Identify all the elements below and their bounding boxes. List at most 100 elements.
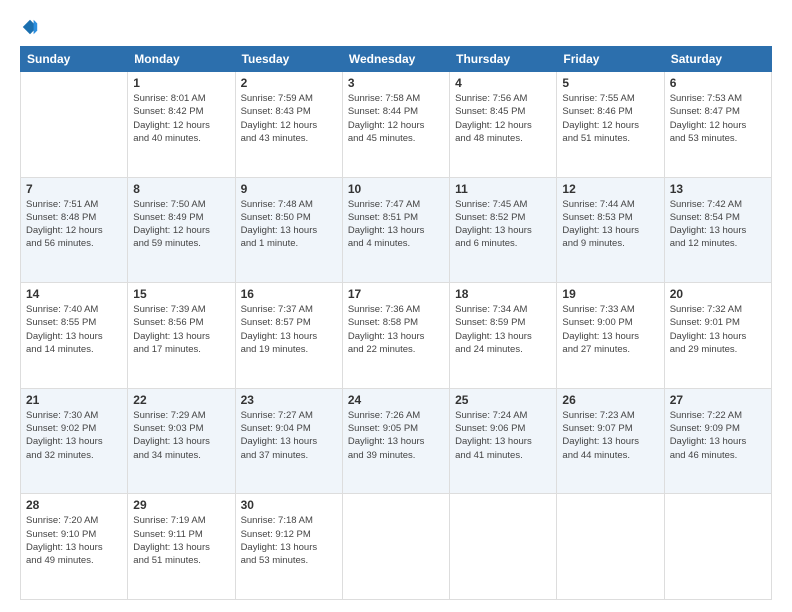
calendar-cell bbox=[557, 494, 664, 600]
calendar-cell: 21 Sunrise: 7:30 AM Sunset: 9:02 PM Dayli… bbox=[21, 388, 128, 494]
day-number: 15 bbox=[133, 287, 229, 301]
calendar-cell: 4 Sunrise: 7:56 AM Sunset: 8:45 PM Daylig… bbox=[450, 72, 557, 178]
calendar-header-day: Saturday bbox=[664, 47, 771, 72]
day-info: Sunrise: 7:20 AM Sunset: 9:10 PM Dayligh… bbox=[26, 514, 122, 567]
day-number: 30 bbox=[241, 498, 337, 512]
day-info: Sunrise: 7:23 AM Sunset: 9:07 PM Dayligh… bbox=[562, 409, 658, 462]
day-number: 25 bbox=[455, 393, 551, 407]
logo bbox=[20, 18, 39, 36]
day-number: 28 bbox=[26, 498, 122, 512]
logo-icon bbox=[21, 18, 39, 36]
day-info: Sunrise: 7:27 AM Sunset: 9:04 PM Dayligh… bbox=[241, 409, 337, 462]
calendar-header-day: Thursday bbox=[450, 47, 557, 72]
day-info: Sunrise: 7:37 AM Sunset: 8:57 PM Dayligh… bbox=[241, 303, 337, 356]
day-number: 7 bbox=[26, 182, 122, 196]
day-number: 3 bbox=[348, 76, 444, 90]
day-number: 5 bbox=[562, 76, 658, 90]
day-number: 29 bbox=[133, 498, 229, 512]
calendar-cell: 26 Sunrise: 7:23 AM Sunset: 9:07 PM Dayli… bbox=[557, 388, 664, 494]
day-number: 4 bbox=[455, 76, 551, 90]
day-number: 11 bbox=[455, 182, 551, 196]
day-info: Sunrise: 7:51 AM Sunset: 8:48 PM Dayligh… bbox=[26, 198, 122, 251]
calendar-cell: 15 Sunrise: 7:39 AM Sunset: 8:56 PM Dayli… bbox=[128, 283, 235, 389]
calendar-cell: 1 Sunrise: 8:01 AM Sunset: 8:42 PM Daylig… bbox=[128, 72, 235, 178]
day-info: Sunrise: 7:39 AM Sunset: 8:56 PM Dayligh… bbox=[133, 303, 229, 356]
day-info: Sunrise: 7:58 AM Sunset: 8:44 PM Dayligh… bbox=[348, 92, 444, 145]
day-number: 23 bbox=[241, 393, 337, 407]
day-number: 22 bbox=[133, 393, 229, 407]
day-number: 21 bbox=[26, 393, 122, 407]
calendar-cell: 9 Sunrise: 7:48 AM Sunset: 8:50 PM Daylig… bbox=[235, 177, 342, 283]
day-number: 8 bbox=[133, 182, 229, 196]
day-info: Sunrise: 7:26 AM Sunset: 9:05 PM Dayligh… bbox=[348, 409, 444, 462]
calendar-header-day: Wednesday bbox=[342, 47, 449, 72]
calendar-cell: 23 Sunrise: 7:27 AM Sunset: 9:04 PM Dayli… bbox=[235, 388, 342, 494]
day-number: 1 bbox=[133, 76, 229, 90]
calendar-cell bbox=[21, 72, 128, 178]
day-info: Sunrise: 7:45 AM Sunset: 8:52 PM Dayligh… bbox=[455, 198, 551, 251]
day-number: 16 bbox=[241, 287, 337, 301]
calendar-cell: 17 Sunrise: 7:36 AM Sunset: 8:58 PM Dayli… bbox=[342, 283, 449, 389]
day-info: Sunrise: 7:55 AM Sunset: 8:46 PM Dayligh… bbox=[562, 92, 658, 145]
day-info: Sunrise: 7:32 AM Sunset: 9:01 PM Dayligh… bbox=[670, 303, 766, 356]
day-info: Sunrise: 7:24 AM Sunset: 9:06 PM Dayligh… bbox=[455, 409, 551, 462]
day-number: 9 bbox=[241, 182, 337, 196]
calendar-header-row: SundayMondayTuesdayWednesdayThursdayFrid… bbox=[21, 47, 772, 72]
day-info: Sunrise: 7:44 AM Sunset: 8:53 PM Dayligh… bbox=[562, 198, 658, 251]
calendar-cell: 22 Sunrise: 7:29 AM Sunset: 9:03 PM Dayli… bbox=[128, 388, 235, 494]
calendar-cell: 30 Sunrise: 7:18 AM Sunset: 9:12 PM Dayli… bbox=[235, 494, 342, 600]
calendar-week-row: 14 Sunrise: 7:40 AM Sunset: 8:55 PM Dayli… bbox=[21, 283, 772, 389]
day-number: 26 bbox=[562, 393, 658, 407]
day-info: Sunrise: 7:59 AM Sunset: 8:43 PM Dayligh… bbox=[241, 92, 337, 145]
day-info: Sunrise: 7:33 AM Sunset: 9:00 PM Dayligh… bbox=[562, 303, 658, 356]
calendar-header-day: Tuesday bbox=[235, 47, 342, 72]
day-number: 20 bbox=[670, 287, 766, 301]
calendar-cell: 7 Sunrise: 7:51 AM Sunset: 8:48 PM Daylig… bbox=[21, 177, 128, 283]
day-number: 17 bbox=[348, 287, 444, 301]
day-info: Sunrise: 7:40 AM Sunset: 8:55 PM Dayligh… bbox=[26, 303, 122, 356]
calendar-week-row: 28 Sunrise: 7:20 AM Sunset: 9:10 PM Dayli… bbox=[21, 494, 772, 600]
calendar-cell: 6Sunrise: 7:53 AM Sunset: 8:47 PM Daylig… bbox=[664, 72, 771, 178]
calendar-cell: 18 Sunrise: 7:34 AM Sunset: 8:59 PM Dayli… bbox=[450, 283, 557, 389]
day-info: Sunrise: 7:34 AM Sunset: 8:59 PM Dayligh… bbox=[455, 303, 551, 356]
calendar-week-row: 21 Sunrise: 7:30 AM Sunset: 9:02 PM Dayli… bbox=[21, 388, 772, 494]
calendar-cell: 8 Sunrise: 7:50 AM Sunset: 8:49 PM Daylig… bbox=[128, 177, 235, 283]
day-info: Sunrise: 7:47 AM Sunset: 8:51 PM Dayligh… bbox=[348, 198, 444, 251]
calendar-week-row: 7 Sunrise: 7:51 AM Sunset: 8:48 PM Daylig… bbox=[21, 177, 772, 283]
calendar-cell: 13Sunrise: 7:42 AM Sunset: 8:54 PM Dayli… bbox=[664, 177, 771, 283]
day-info: Sunrise: 7:30 AM Sunset: 9:02 PM Dayligh… bbox=[26, 409, 122, 462]
calendar-cell: 27 Sunrise: 7:22 AM Sunset: 9:09 PM Dayli… bbox=[664, 388, 771, 494]
day-info: Sunrise: 7:48 AM Sunset: 8:50 PM Dayligh… bbox=[241, 198, 337, 251]
calendar-cell bbox=[450, 494, 557, 600]
day-number: 10 bbox=[348, 182, 444, 196]
calendar-cell: 14 Sunrise: 7:40 AM Sunset: 8:55 PM Dayli… bbox=[21, 283, 128, 389]
day-info: Sunrise: 7:53 AM Sunset: 8:47 PM Dayligh… bbox=[670, 92, 766, 145]
calendar-cell: 12Sunrise: 7:44 AM Sunset: 8:53 PM Dayli… bbox=[557, 177, 664, 283]
day-info: Sunrise: 7:42 AM Sunset: 8:54 PM Dayligh… bbox=[670, 198, 766, 251]
day-number: 27 bbox=[670, 393, 766, 407]
calendar-header-day: Sunday bbox=[21, 47, 128, 72]
calendar-header-day: Friday bbox=[557, 47, 664, 72]
calendar-cell: 5 Sunrise: 7:55 AM Sunset: 8:46 PM Daylig… bbox=[557, 72, 664, 178]
day-info: Sunrise: 7:22 AM Sunset: 9:09 PM Dayligh… bbox=[670, 409, 766, 462]
calendar-header-day: Monday bbox=[128, 47, 235, 72]
calendar-cell: 3 Sunrise: 7:58 AM Sunset: 8:44 PM Daylig… bbox=[342, 72, 449, 178]
calendar-cell: 11 Sunrise: 7:45 AM Sunset: 8:52 PM Dayli… bbox=[450, 177, 557, 283]
calendar-cell bbox=[664, 494, 771, 600]
day-number: 14 bbox=[26, 287, 122, 301]
day-info: Sunrise: 8:01 AM Sunset: 8:42 PM Dayligh… bbox=[133, 92, 229, 145]
calendar-cell: 28 Sunrise: 7:20 AM Sunset: 9:10 PM Dayli… bbox=[21, 494, 128, 600]
day-info: Sunrise: 7:36 AM Sunset: 8:58 PM Dayligh… bbox=[348, 303, 444, 356]
day-number: 19 bbox=[562, 287, 658, 301]
day-info: Sunrise: 7:29 AM Sunset: 9:03 PM Dayligh… bbox=[133, 409, 229, 462]
day-info: Sunrise: 7:18 AM Sunset: 9:12 PM Dayligh… bbox=[241, 514, 337, 567]
day-number: 18 bbox=[455, 287, 551, 301]
day-info: Sunrise: 7:56 AM Sunset: 8:45 PM Dayligh… bbox=[455, 92, 551, 145]
day-info: Sunrise: 7:50 AM Sunset: 8:49 PM Dayligh… bbox=[133, 198, 229, 251]
calendar-cell bbox=[342, 494, 449, 600]
day-number: 24 bbox=[348, 393, 444, 407]
calendar-cell: 25 Sunrise: 7:24 AM Sunset: 9:06 PM Dayli… bbox=[450, 388, 557, 494]
day-info: Sunrise: 7:19 AM Sunset: 9:11 PM Dayligh… bbox=[133, 514, 229, 567]
calendar-cell: 29 Sunrise: 7:19 AM Sunset: 9:11 PM Dayli… bbox=[128, 494, 235, 600]
calendar-cell: 19 Sunrise: 7:33 AM Sunset: 9:00 PM Dayli… bbox=[557, 283, 664, 389]
